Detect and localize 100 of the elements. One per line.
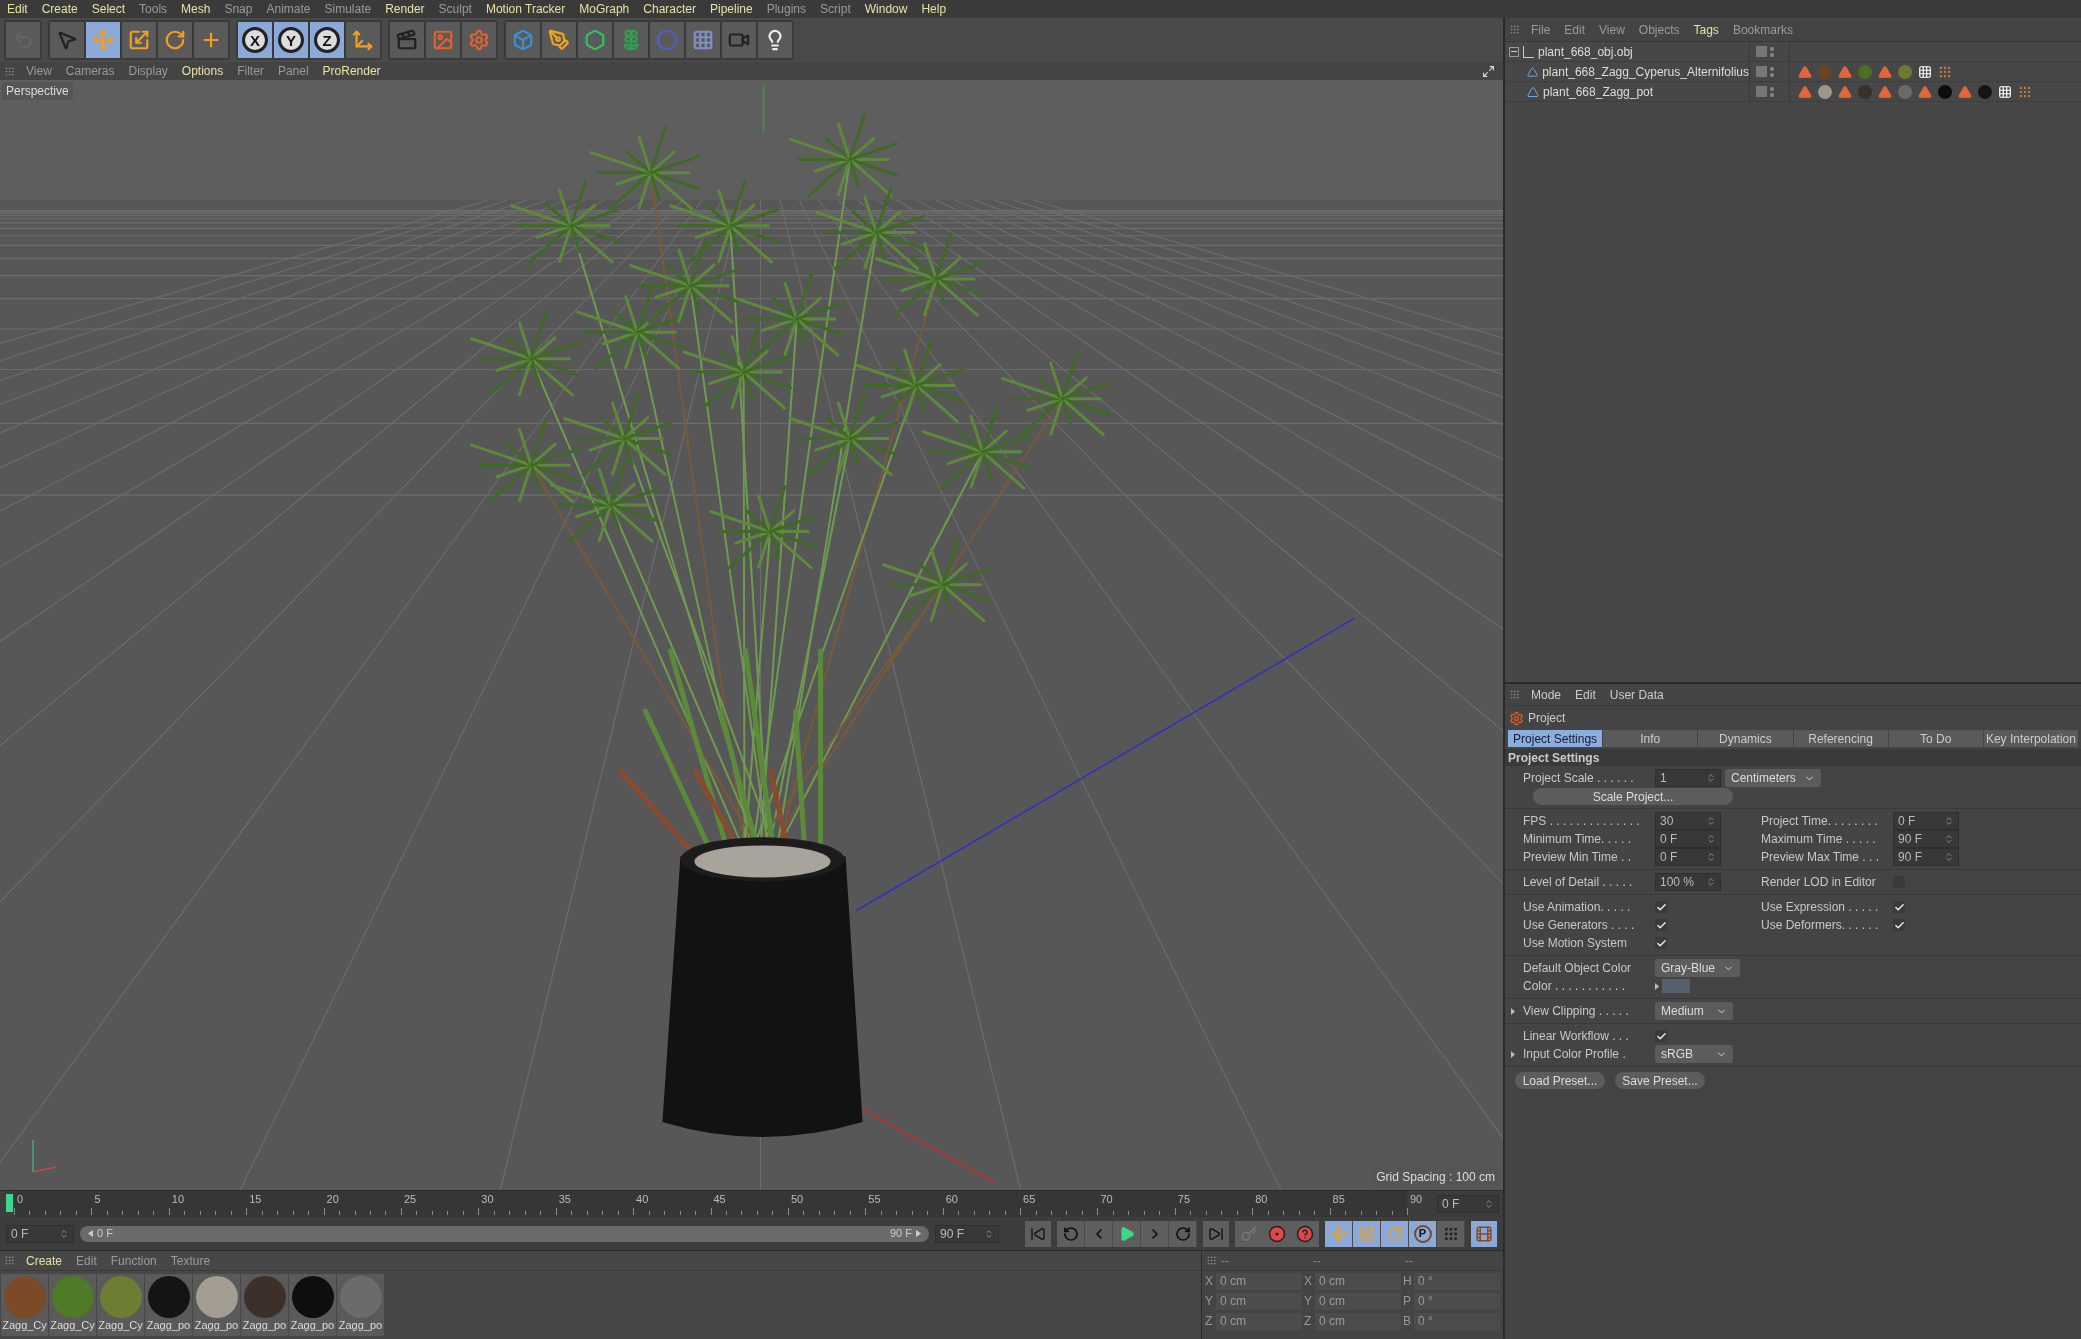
menu-item[interactable]: Select: [84, 0, 133, 18]
color-swatch[interactable]: [1662, 979, 1690, 993]
cube-tool-button[interactable]: [506, 22, 540, 58]
menu-item[interactable]: Panel: [270, 62, 316, 80]
menu-item[interactable]: Edit: [69, 1251, 104, 1270]
tab[interactable]: Dynamics: [1698, 730, 1793, 747]
scale-tool-button[interactable]: [122, 22, 156, 58]
menu-item[interactable]: Help: [914, 0, 954, 18]
menu-item[interactable]: Create: [34, 0, 85, 18]
menu-item[interactable]: File: [1524, 20, 1558, 39]
menu-item[interactable]: Tools: [132, 0, 175, 18]
coords-tool-button[interactable]: [346, 22, 380, 58]
material-tag-icon[interactable]: [1898, 64, 1912, 79]
tab[interactable]: Info: [1603, 730, 1698, 747]
menu-item[interactable]: Tags: [1686, 20, 1726, 39]
menu-item[interactable]: Edit: [0, 0, 35, 18]
key-tool-button[interactable]: [1325, 1220, 1353, 1247]
axis-toggle-button[interactable]: Z: [310, 22, 344, 58]
tab[interactable]: To Do: [1888, 730, 1983, 747]
end-frame-field[interactable]: 90 F: [935, 1224, 999, 1243]
tab[interactable]: Key Interpolation: [1983, 730, 2079, 747]
start-frame-field[interactable]: 0 F: [6, 1224, 74, 1243]
key-tool-button[interactable]: [1353, 1220, 1381, 1247]
frame-range-slider[interactable]: 0 F 90 F: [80, 1225, 929, 1242]
material-thumbnail[interactable]: Zagg_Cy: [97, 1274, 144, 1336]
menu-item[interactable]: Display: [121, 62, 175, 80]
menu-item[interactable]: Function: [103, 1251, 164, 1270]
checker-tag-icon[interactable]: [1998, 84, 2012, 99]
object-name[interactable]: plant_668_Zagg_pot: [1543, 82, 1654, 101]
checkbox[interactable]: [1655, 1030, 1667, 1042]
menu-item[interactable]: Pipeline: [703, 0, 760, 18]
material-thumbnail[interactable]: Zagg_po: [337, 1274, 384, 1336]
menu-item[interactable]: Bookmarks: [1725, 20, 1800, 39]
material-thumbnail[interactable]: Zagg_Cy: [49, 1274, 96, 1336]
menu-item[interactable]: Motion Tracker: [478, 0, 573, 18]
key-tool-button[interactable]: P: [1409, 1220, 1437, 1247]
menu-item[interactable]: MoGraph: [572, 0, 637, 18]
menu-item[interactable]: Plugins: [759, 0, 814, 18]
checkbox[interactable]: [1655, 937, 1667, 949]
object-name[interactable]: plant_668_Zagg_Cyperus_Alternifolius: [1542, 62, 1749, 81]
material-thumbnail[interactable]: Zagg_po: [289, 1274, 336, 1336]
transform-tool-button[interactable]: [194, 22, 228, 58]
pen-tool-button[interactable]: [542, 22, 576, 58]
menu-item[interactable]: Render: [378, 0, 432, 18]
menu-item[interactable]: Edit: [1557, 20, 1593, 39]
menu-item[interactable]: Mesh: [174, 0, 218, 18]
rotate-tool-button[interactable]: [158, 22, 192, 58]
preset-button[interactable]: Load Preset...: [1515, 1072, 1605, 1089]
checkbox[interactable]: [1893, 901, 1905, 913]
axis-toggle-button[interactable]: X: [238, 22, 272, 58]
timeline-window-button[interactable]: [1471, 1220, 1497, 1247]
number-field[interactable]: 1: [1655, 769, 1721, 787]
menu-item[interactable]: ProRender: [315, 62, 388, 80]
material-thumbnail[interactable]: Zagg_po: [241, 1274, 288, 1336]
menu-item[interactable]: View: [1592, 20, 1632, 39]
number-field[interactable]: 100 %: [1655, 873, 1721, 891]
menu-item[interactable]: Filter: [230, 62, 271, 80]
material-tag-icon[interactable]: [1858, 64, 1872, 79]
number-field[interactable]: 0 F: [1893, 812, 1959, 830]
material-thumbnail[interactable]: Zagg_po: [145, 1274, 192, 1336]
collapse-toggle[interactable]: [1509, 46, 1519, 57]
render-settings-tool-button[interactable]: [462, 22, 496, 58]
number-field[interactable]: 0 F: [1655, 848, 1721, 866]
dropdown[interactable]: sRGB: [1655, 1045, 1733, 1063]
expand-arrow-icon[interactable]: [1511, 1050, 1515, 1058]
menu-item[interactable]: Script: [813, 0, 858, 18]
render-picture-tool-button[interactable]: [426, 22, 460, 58]
dropdown[interactable]: Centimeters: [1725, 769, 1821, 787]
checkbox[interactable]: [1655, 901, 1667, 913]
material-tag-icon[interactable]: [1818, 84, 1832, 99]
menu-item[interactable]: Create: [19, 1251, 70, 1270]
menu-item[interactable]: Window: [857, 0, 915, 18]
expand-arrow-icon[interactable]: [1511, 1007, 1515, 1015]
menu-item[interactable]: Simulate: [317, 0, 379, 18]
dropdown[interactable]: Gray-Blue: [1655, 959, 1741, 977]
menu-item[interactable]: User Data: [1602, 685, 1671, 704]
current-frame-field[interactable]: 0 F: [1437, 1195, 1499, 1213]
menu-item[interactable]: Animate: [259, 0, 318, 18]
cursor-tool-button[interactable]: [50, 22, 84, 58]
material-thumbnail[interactable]: Zagg_po: [193, 1274, 240, 1336]
menu-item[interactable]: Edit: [1568, 685, 1603, 704]
menu-item[interactable]: Objects: [1631, 20, 1687, 39]
render-view-tool-button[interactable]: [390, 22, 424, 58]
number-field[interactable]: 90 F: [1893, 830, 1959, 848]
checkbox[interactable]: [1893, 919, 1905, 931]
first-frame-button[interactable]: [1025, 1220, 1051, 1247]
tab[interactable]: Project Settings: [1508, 730, 1603, 747]
menu-item[interactable]: View: [19, 62, 59, 80]
menu-item[interactable]: Mode: [1524, 685, 1569, 704]
dropdown[interactable]: Medium: [1655, 1002, 1733, 1020]
menu-item[interactable]: Snap: [217, 0, 260, 18]
object-name[interactable]: plant_668_obj.obj: [1538, 42, 1633, 61]
number-field[interactable]: 30: [1655, 812, 1721, 830]
camera-tool-button[interactable]: [722, 22, 756, 58]
axis-toggle-button[interactable]: Y: [274, 22, 308, 58]
checkbox[interactable]: [1655, 919, 1667, 931]
number-field[interactable]: 0 F: [1655, 830, 1721, 848]
tab[interactable]: Referencing: [1793, 730, 1888, 747]
preset-button[interactable]: Save Preset...: [1615, 1072, 1705, 1089]
key-tool-button[interactable]: [1381, 1220, 1409, 1247]
